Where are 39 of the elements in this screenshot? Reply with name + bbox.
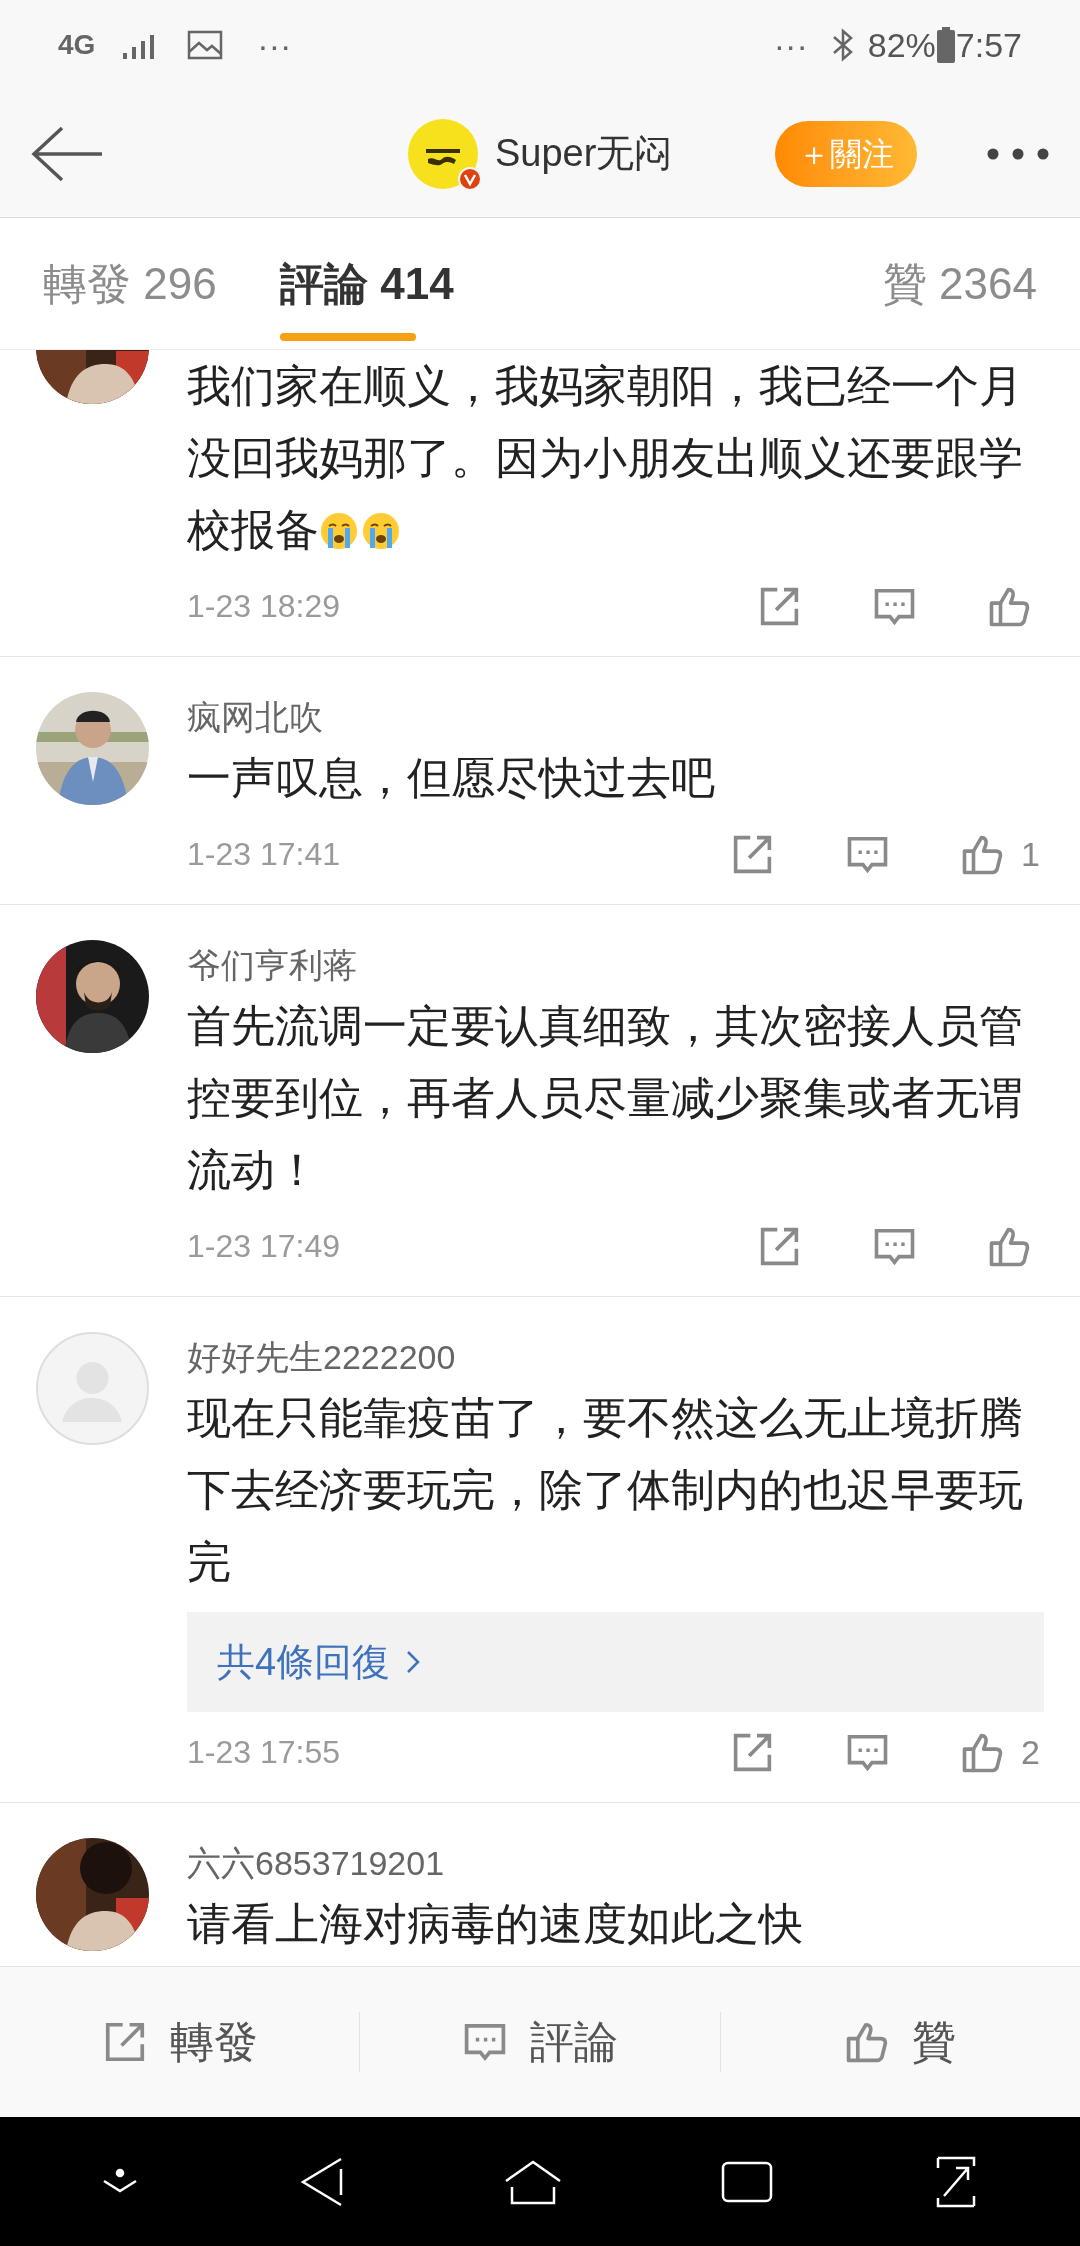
back-icon[interactable] bbox=[298, 2156, 345, 2207]
repost-button[interactable]: 轉發 bbox=[0, 1967, 360, 2117]
user-name[interactable]: 疯网北吹 bbox=[187, 692, 1044, 742]
comment-time: 1-23 17:55 bbox=[187, 1733, 340, 1772]
more-icon[interactable] bbox=[986, 146, 1050, 161]
account-name: Super无闷 bbox=[495, 131, 673, 176]
battery-icon bbox=[935, 27, 956, 63]
more-notifications-text: ··· bbox=[773, 24, 808, 66]
comment-text: 请看上海对病毒的速度如此之快 bbox=[187, 1898, 804, 1950]
replies-link[interactable]: 共4條回復 bbox=[187, 1612, 1044, 1712]
network-indicator: 4G bbox=[58, 28, 96, 62]
comment-button[interactable]: 評論 bbox=[360, 1967, 720, 2117]
like-count: 2 bbox=[1021, 1731, 1040, 1773]
comment-text: 一声叹息，但愿尽快过去吧 bbox=[187, 752, 716, 804]
more-notifications-text: ··· bbox=[257, 24, 292, 66]
recent-apps-icon[interactable] bbox=[721, 2160, 774, 2203]
tab[interactable]: 轉發 296 bbox=[43, 218, 280, 349]
user-name[interactable]: 爷们亨利蒋 bbox=[187, 940, 1044, 990]
clock-time: 7:57 bbox=[955, 24, 1022, 66]
user-name[interactable]: 好好先生2222200 bbox=[187, 1332, 1044, 1382]
comment-time: 1-23 17:49 bbox=[187, 1227, 340, 1266]
user-name[interactable]: 六六6853719201 bbox=[187, 1838, 1044, 1888]
bluetooth-icon bbox=[831, 28, 854, 62]
comment-time: 1-23 17:41 bbox=[187, 835, 340, 874]
verified-badge-icon bbox=[458, 166, 482, 191]
like-count: 1 bbox=[1021, 833, 1040, 875]
crying-emoji-icon bbox=[319, 511, 359, 551]
comment-text: 首先流调一定要认真细致，其次密接人员管控要到位，再者人员尽量减少聚集或者无谓流动！ bbox=[187, 1000, 1024, 1196]
battery-percentage: 82% bbox=[867, 24, 936, 66]
crying-emoji-icon bbox=[361, 511, 401, 551]
comment-text: 我们家在顺义，我妈家朝阳，我已经一个月没回我妈那了。因为小朋友出顺义还要跟学校报备 bbox=[187, 360, 1024, 556]
tab[interactable]: 贊 2364 bbox=[882, 218, 1037, 349]
image-icon bbox=[187, 30, 224, 60]
comment-text: 现在只能靠疫苗了，要不然这么无止境折腾下去经济要玩完，除了体制内的也迟早要玩完 bbox=[187, 1392, 1024, 1588]
tab[interactable]: 評論 414 bbox=[280, 218, 454, 349]
home-icon[interactable] bbox=[503, 2158, 562, 2205]
like-button[interactable]: 贊 bbox=[720, 1967, 1080, 2117]
chevron-right-icon bbox=[406, 1650, 421, 1674]
comment-time: 1-23 18:29 bbox=[187, 587, 340, 626]
